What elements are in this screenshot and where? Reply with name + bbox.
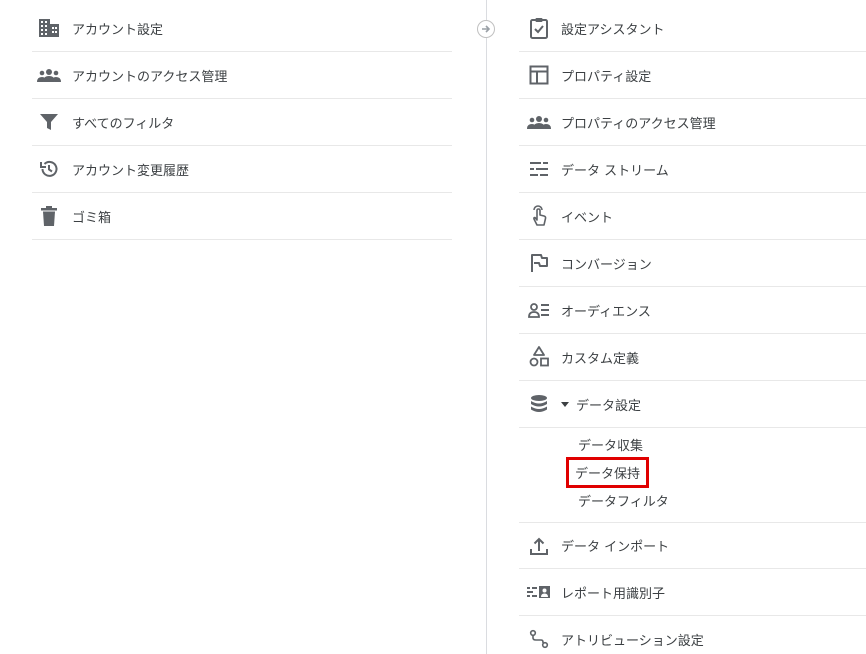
clipboard-check-icon [527,16,551,40]
filter-icon [37,110,61,134]
menu-item-reporting-identity[interactable]: レポート用識別子 [519,569,866,616]
menu-item-attribution-settings[interactable]: アトリビューション設定 [519,616,866,654]
menu-item-property-access[interactable]: プロパティのアクセス管理 [519,99,866,146]
menu-item-conversions[interactable]: コンバージョン [519,240,866,287]
attribution-icon [527,627,551,651]
menu-item-events[interactable]: イベント [519,193,866,240]
menu-item-account-settings[interactable]: アカウント設定 [32,5,452,52]
menu-item-label: アトリビューション設定 [561,633,704,649]
submenu-item-data-filters[interactable]: データフィルタ [519,486,866,514]
menu-item-label: カスタム定義 [561,351,640,367]
menu-item-label: プロパティのアクセス管理 [561,116,716,132]
menu-item-custom-definitions[interactable]: カスタム定義 [519,334,866,381]
menu-item-label: イベント [561,210,614,226]
menu-item-account-change-history[interactable]: アカウント変更履歴 [32,146,452,193]
menu-item-data-streams[interactable]: データ ストリーム [519,146,866,193]
menu-item-all-filters[interactable]: すべてのフィルタ [32,99,452,146]
menu-item-label: すべてのフィルタ [72,116,175,132]
menu-item-setup-assistant[interactable]: 設定アシスタント [519,5,866,52]
database-icon [527,392,551,416]
arrow-right-icon [481,24,491,34]
upload-icon [527,534,551,558]
menu-item-label: ゴミ箱 [72,210,112,226]
people-icon [527,110,551,134]
menu-item-label: コンバージョン [561,257,652,273]
menu-item-label: データ ストリーム [561,163,669,179]
touch-icon [527,204,551,228]
submenu-item-label: データ収集 [578,438,644,454]
highlight-box: データ保持 [566,456,650,488]
menu-item-label: 設定アシスタント [561,22,665,38]
column-divider [486,0,487,654]
identifier-icon [527,580,551,604]
menu-item-label: レポート用識別子 [561,586,666,602]
submenu-item-label: データフィルタ [578,494,669,510]
people-icon [37,63,61,87]
layout-icon [527,63,551,87]
property-menu: 設定アシスタント プロパティ設定 プロパティのアクセス管理 データ ストリーム … [519,5,866,654]
menu-item-trash[interactable]: ゴミ箱 [32,193,452,240]
menu-item-audiences[interactable]: オーディエンス [519,287,866,334]
menu-item-label: アカウントのアクセス管理 [72,69,228,85]
menu-item-label: データ インポート [561,540,670,555]
menu-item-label: アカウント変更履歴 [72,163,190,179]
submenu-item-label: データ保持 [575,466,641,482]
shapes-icon [527,345,551,369]
stream-icon [527,157,551,181]
admin-page: アカウント設定 アカウントのアクセス管理 すべてのフィルタ アカウント変更履歴 … [0,0,866,654]
menu-item-property-settings[interactable]: プロパティ設定 [519,52,866,99]
flag-icon [527,251,551,275]
menu-item-label: プロパティ設定 [561,69,652,85]
account-menu: アカウント設定 アカウントのアクセス管理 すべてのフィルタ アカウント変更履歴 … [32,5,452,240]
caret-down-icon[interactable] [561,401,569,407]
submenu-item-data-retention[interactable]: データ保持 [519,456,866,488]
trash-icon [37,204,61,228]
history-icon [37,157,61,181]
collapse-button[interactable] [477,20,495,38]
menu-item-account-access[interactable]: アカウントのアクセス管理 [32,52,452,99]
menu-item-label: データ設定 [576,398,642,414]
data-settings-submenu: データ収集 データ保持 データフィルタ [519,428,866,522]
audience-icon [527,298,551,322]
submenu-item-data-collection[interactable]: データ収集 [519,430,866,458]
menu-item-label: オーディエンス [561,304,651,320]
menu-item-label: アカウント設定 [72,22,164,38]
menu-item-data-import[interactable]: データ インポート [519,522,866,569]
building-icon [37,16,61,40]
menu-item-data-settings[interactable]: データ設定 [519,381,866,428]
